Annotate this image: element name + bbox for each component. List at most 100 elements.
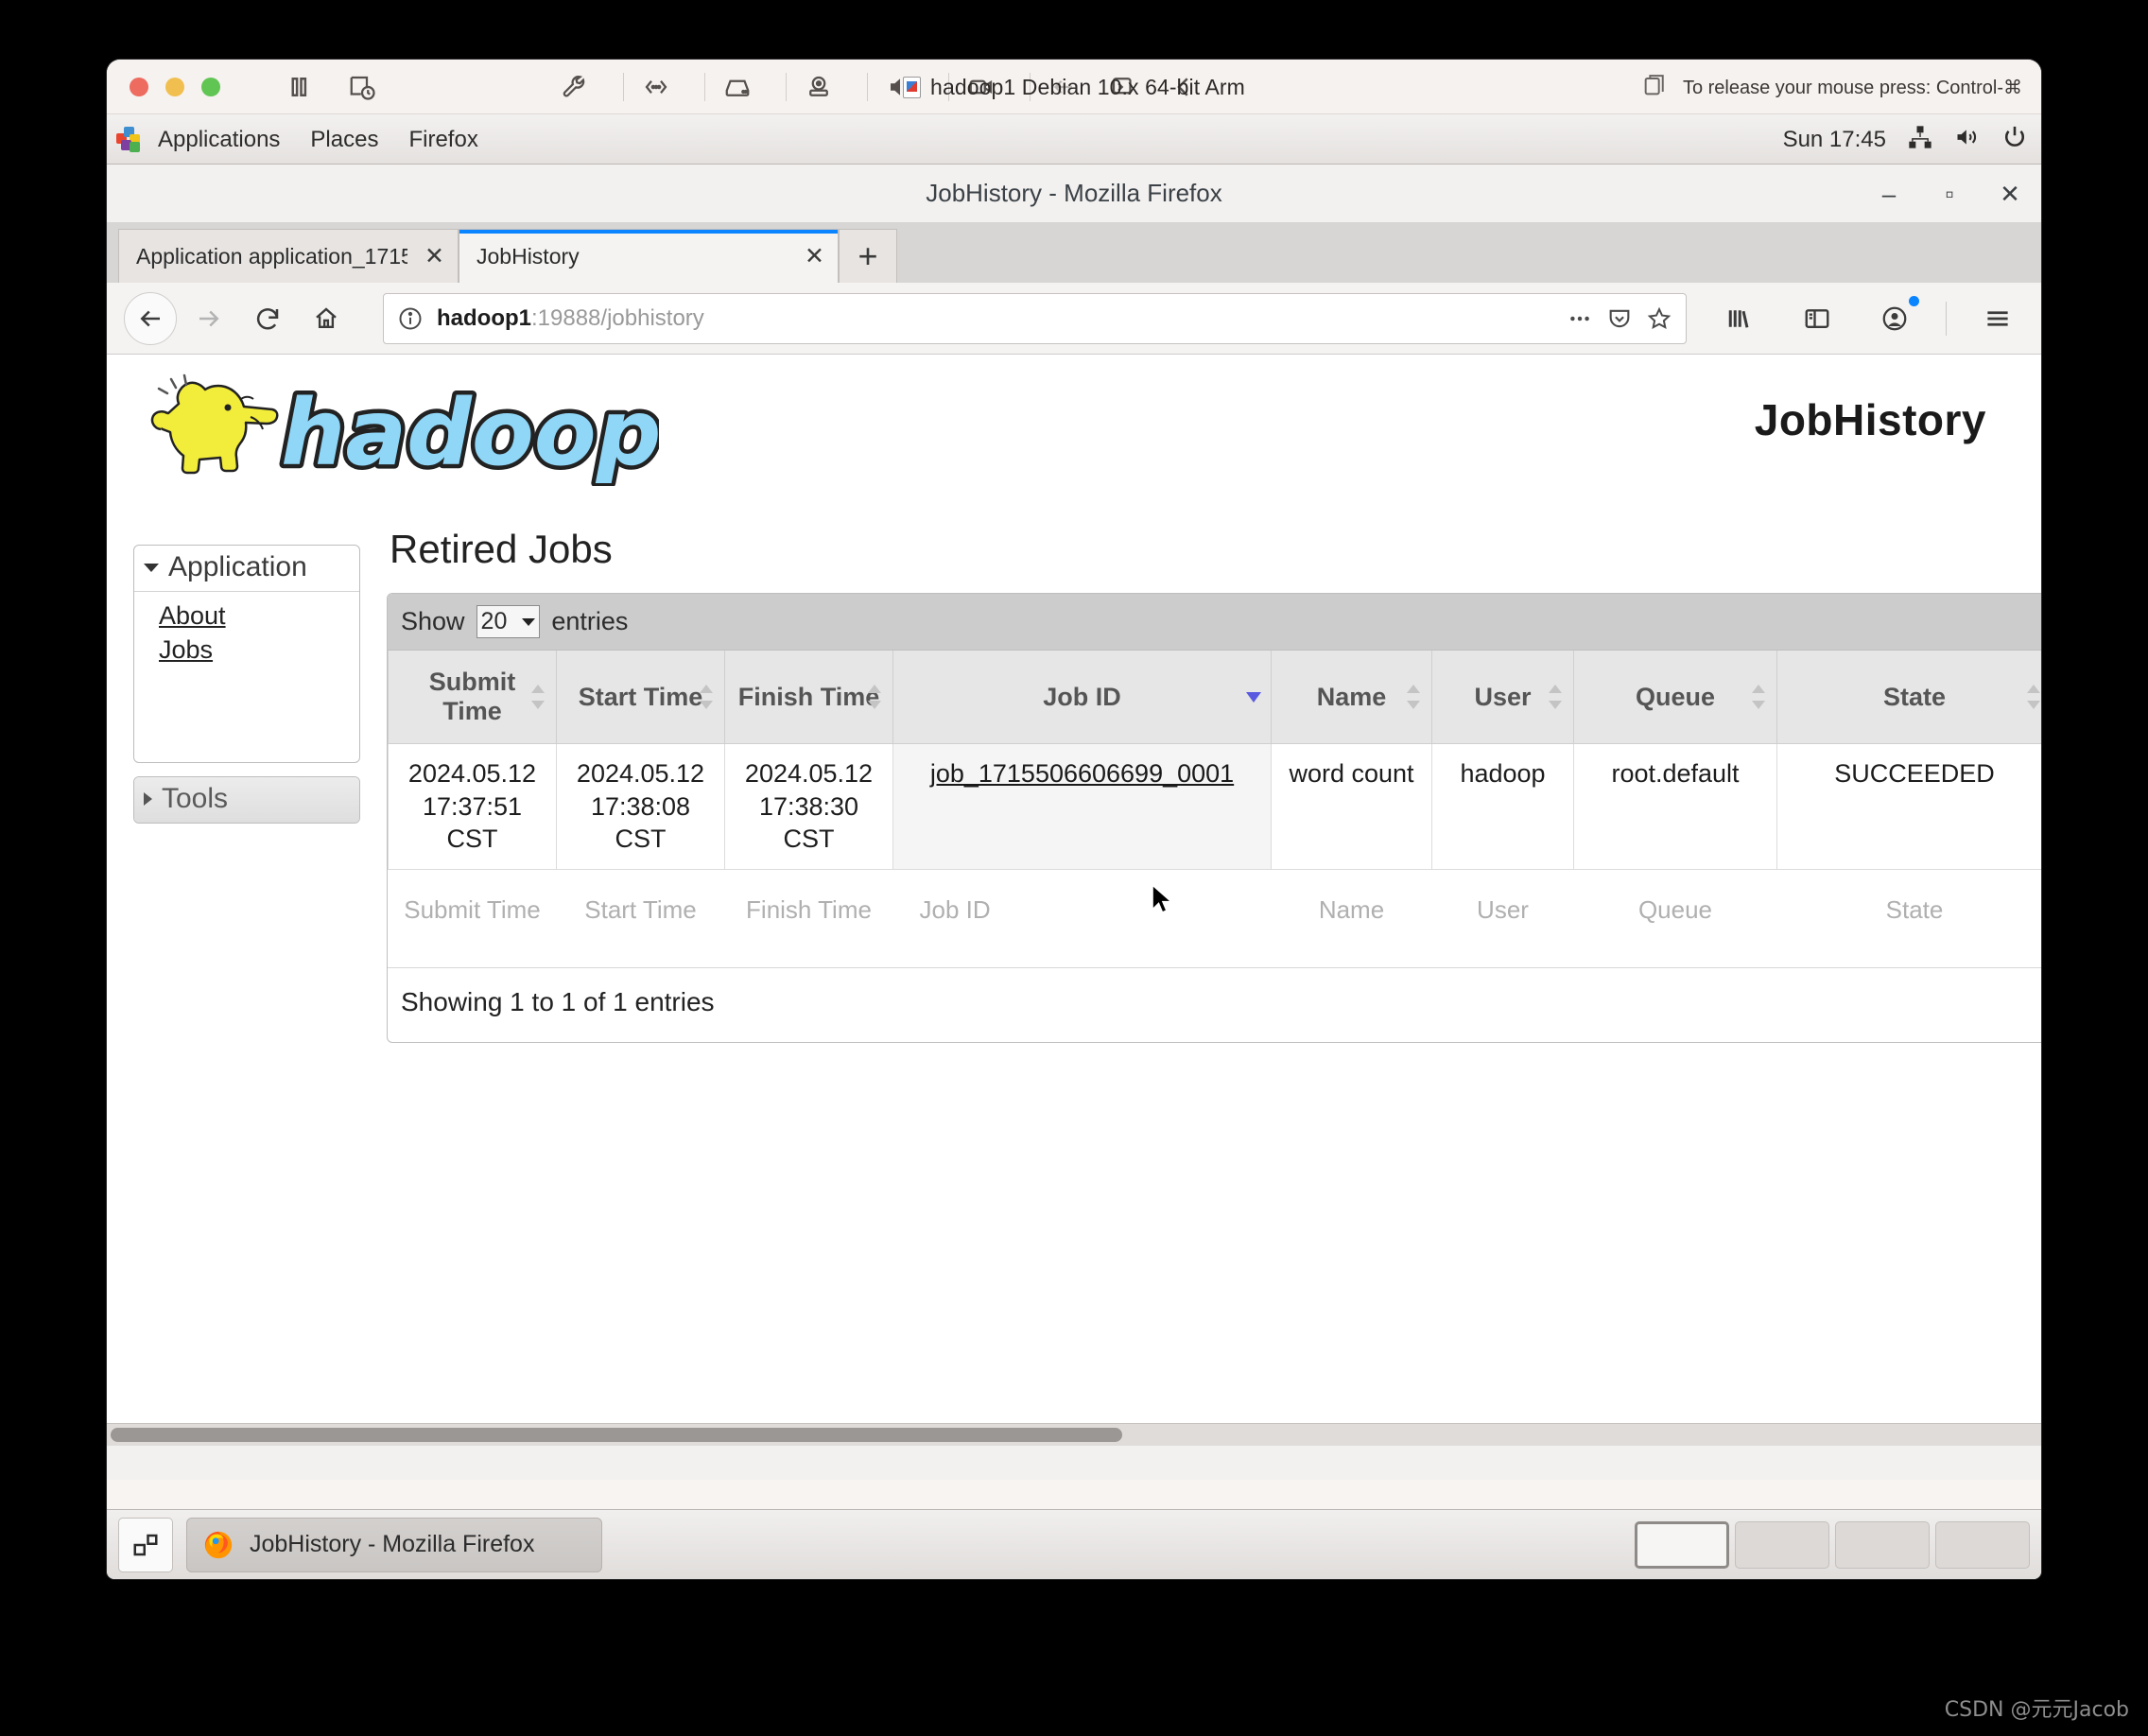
column-header-finish-time[interactable]: Finish Time bbox=[724, 651, 893, 744]
camera-icon[interactable] bbox=[805, 73, 833, 101]
library-icon[interactable] bbox=[1713, 292, 1766, 345]
gnome-tray: Sun 17:45 bbox=[1783, 114, 2028, 165]
pocket-icon[interactable] bbox=[1606, 305, 1633, 332]
gnome-menu-applications[interactable]: Applications bbox=[143, 114, 295, 165]
info-icon[interactable] bbox=[397, 305, 424, 332]
filter-finish-time[interactable]: Finish Time bbox=[725, 869, 893, 967]
firefox-window-controls: – ▫ ✕ bbox=[1877, 165, 2022, 223]
video-icon[interactable] bbox=[967, 73, 996, 101]
firefox-window-title: JobHistory - Mozilla Firefox bbox=[926, 179, 1222, 207]
url-path: :19888/jobhistory bbox=[531, 304, 704, 331]
jobs-table: Submit Time Start Time Finish Time Job I… bbox=[388, 651, 2041, 967]
sidebar-link-jobs[interactable]: Jobs bbox=[159, 634, 359, 668]
wrench-icon[interactable] bbox=[561, 73, 589, 101]
column-header-name[interactable]: Name bbox=[1271, 651, 1432, 744]
firefox-toolbar-right bbox=[1707, 292, 2024, 345]
workspace-3[interactable] bbox=[1835, 1520, 1930, 1569]
menu-icon[interactable] bbox=[1971, 292, 2024, 345]
forward-button[interactable] bbox=[182, 292, 235, 345]
vm-release-hint: To release your mouse press: Control-⌘ bbox=[1641, 60, 2022, 114]
filter-name[interactable]: Name bbox=[1272, 869, 1432, 967]
bookmark-star-icon[interactable] bbox=[1646, 305, 1672, 332]
url-bar[interactable]: hadoop1:19888/jobhistory bbox=[383, 292, 1687, 344]
cell-name: word count bbox=[1271, 743, 1432, 870]
reload-button[interactable] bbox=[241, 292, 294, 345]
cell-start-time: 2024.05.12 17:38:08 CST bbox=[556, 743, 725, 870]
sync-icon[interactable] bbox=[1109, 73, 1137, 101]
new-tab-button[interactable]: + bbox=[839, 229, 897, 283]
sidebar-link-about[interactable]: About bbox=[159, 599, 359, 634]
workspace-4[interactable] bbox=[1935, 1520, 2030, 1569]
column-header-state[interactable]: State bbox=[1776, 651, 2041, 744]
url-text: hadoop1:19888/jobhistory bbox=[437, 305, 1553, 332]
taskbar-window-label: JobHistory - Mozilla Firefox bbox=[250, 1531, 535, 1557]
workspace-1[interactable] bbox=[1635, 1520, 1729, 1569]
pause-icon[interactable] bbox=[285, 73, 313, 101]
speaker-icon[interactable] bbox=[886, 73, 914, 101]
vm-toolbar: hadoop1 Debian 10.x 64-bit Arm To releas… bbox=[107, 60, 2041, 114]
gnome-menu-places[interactable]: Places bbox=[295, 114, 393, 165]
tab-jobhistory[interactable]: JobHistory ✕ bbox=[459, 229, 839, 283]
page-actions-icon[interactable] bbox=[1567, 305, 1593, 332]
close-window-button[interactable] bbox=[130, 78, 148, 96]
gnome-menu-firefox[interactable]: Firefox bbox=[393, 114, 493, 165]
taskbar-window-button[interactable]: JobHistory - Mozilla Firefox bbox=[186, 1517, 602, 1572]
column-header-user[interactable]: User bbox=[1431, 651, 1574, 744]
minimize-window-button[interactable] bbox=[165, 78, 184, 96]
tab-application[interactable]: Application application_1715… ✕ bbox=[118, 229, 459, 283]
sidebar: Application About Jobs Tools bbox=[133, 545, 360, 824]
tab-close-icon[interactable]: ✕ bbox=[805, 244, 824, 269]
web-page-content: hadoop hadoop JobHistory Application Abo… bbox=[107, 355, 2041, 1423]
maximize-window-button[interactable] bbox=[201, 78, 220, 96]
sidebar-icon[interactable] bbox=[1791, 292, 1844, 345]
maximize-button[interactable]: ▫ bbox=[1937, 182, 1962, 206]
gnome-applications-icon[interactable] bbox=[116, 127, 141, 152]
nav-links: About Jobs bbox=[134, 592, 359, 762]
minimize-button[interactable]: – bbox=[1877, 182, 1901, 206]
filter-user[interactable]: User bbox=[1432, 869, 1574, 967]
gnome-clock[interactable]: Sun 17:45 bbox=[1783, 127, 1886, 153]
back-button[interactable] bbox=[124, 291, 177, 345]
power-icon[interactable] bbox=[2001, 124, 2028, 155]
window-duplicate-icon[interactable] bbox=[1641, 72, 1668, 103]
close-button[interactable]: ✕ bbox=[1998, 182, 2022, 206]
share-icon[interactable] bbox=[1048, 73, 1077, 101]
filter-queue[interactable]: Queue bbox=[1574, 869, 1777, 967]
sort-icon bbox=[1752, 683, 1765, 711]
job-id-link[interactable]: job_1715506606699_0001 bbox=[930, 759, 1234, 788]
sidebar-section-application[interactable]: Application bbox=[134, 546, 359, 592]
page-horizontal-scrollbar[interactable] bbox=[107, 1423, 2041, 1446]
tab-label: Application application_1715… bbox=[136, 243, 408, 269]
column-header-queue[interactable]: Queue bbox=[1573, 651, 1777, 744]
page-length-select[interactable]: 20 bbox=[476, 605, 541, 638]
account-icon[interactable] bbox=[1868, 292, 1921, 345]
scrollbar-thumb[interactable] bbox=[111, 1428, 1122, 1442]
tab-close-icon[interactable]: ✕ bbox=[424, 244, 444, 269]
url-host: hadoop1 bbox=[437, 304, 531, 331]
column-label: Queue bbox=[1635, 682, 1716, 711]
showing-entries-info: Showing 1 to 1 of 1 entries bbox=[388, 966, 2041, 1042]
column-header-job-id[interactable]: Job ID bbox=[892, 651, 1272, 744]
filter-start-time[interactable]: Start Time bbox=[557, 869, 725, 967]
network-icon[interactable] bbox=[1907, 124, 1933, 155]
filter-submit-time[interactable]: Submit Time bbox=[389, 869, 557, 967]
gnome-top-panel: Applications Places Firefox Sun 17:45 bbox=[107, 114, 2041, 165]
network-icon[interactable] bbox=[642, 73, 670, 101]
volume-icon[interactable] bbox=[1954, 124, 1981, 155]
filter-job-id[interactable]: Job ID bbox=[893, 869, 1272, 967]
column-header-start-time[interactable]: Start Time bbox=[556, 651, 725, 744]
show-entries-suffix: entries bbox=[551, 607, 629, 635]
column-header-submit-time[interactable]: Submit Time bbox=[388, 651, 557, 744]
sidebar-section-label: Tools bbox=[162, 783, 229, 814]
table-row[interactable]: 2024.05.12 17:37:51 CST 2024.05.12 17:38… bbox=[388, 743, 2041, 870]
disk-icon[interactable] bbox=[723, 73, 752, 101]
workspace-2[interactable] bbox=[1735, 1520, 1829, 1569]
cell-job-id: job_1715506606699_0001 bbox=[892, 743, 1272, 870]
snapshot-icon[interactable] bbox=[348, 73, 376, 101]
sidebar-section-tools[interactable]: Tools bbox=[134, 777, 359, 823]
show-desktop-icon[interactable] bbox=[118, 1517, 173, 1572]
filter-state[interactable]: State bbox=[1777, 869, 2042, 967]
home-button[interactable] bbox=[300, 292, 353, 345]
sort-icon bbox=[2027, 683, 2040, 711]
back-icon[interactable] bbox=[1169, 73, 1198, 101]
